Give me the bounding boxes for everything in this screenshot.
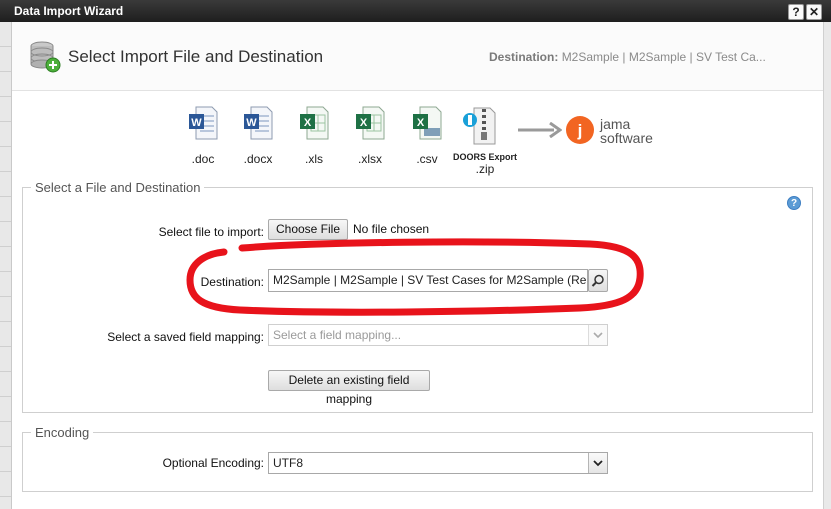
excel-csv-icon: X [413, 106, 442, 140]
svg-text:X: X [417, 117, 425, 129]
window-title: Data Import Wizard [14, 4, 124, 18]
field-mapping-select[interactable]: Select a field mapping... [268, 324, 608, 346]
file-destination-legend: Select a File and Destination [31, 180, 205, 195]
svg-text:W: W [246, 117, 257, 129]
excel-xls-icon: X [300, 106, 329, 140]
logo-line2: software [600, 130, 653, 146]
close-button[interactable]: ✕ [806, 4, 822, 20]
filetype-xlsx: X .xlsx [342, 106, 398, 166]
filetype-doc: W .doc [175, 106, 231, 166]
field-mapping-label: Select a saved field mapping: [107, 330, 264, 344]
filetype-label: .xlsx [358, 152, 382, 166]
jama-software-logo: j jama software [566, 116, 653, 146]
doors-export-label: DOORS Export [452, 152, 517, 162]
filetype-docx: W .docx [230, 106, 286, 166]
no-file-chosen-text: No file chosen [353, 222, 430, 236]
encoding-value: UTF8 [273, 456, 303, 470]
help-circle-icon[interactable]: ? [787, 196, 801, 210]
filetype-label: .csv [416, 152, 438, 166]
database-add-icon [30, 41, 61, 73]
field-mapping-placeholder: Select a field mapping... [273, 328, 402, 342]
dialog-scrollbar[interactable] [823, 22, 831, 509]
destination-summary-value: M2Sample | M2Sample | SV Test Ca... [561, 50, 766, 64]
optional-encoding-label: Optional Encoding: [162, 456, 264, 470]
filetype-label: .xls [305, 152, 323, 166]
logo-letter: j [577, 121, 583, 140]
window-title-bar: Data Import Wizard ? ✕ [0, 0, 831, 22]
background-page-strip [0, 22, 12, 509]
arrow-right-icon [518, 122, 562, 138]
word-docx-icon: W [244, 106, 273, 140]
svg-text:W: W [191, 117, 202, 129]
word-doc-icon: W [189, 106, 218, 140]
encoding-select[interactable]: UTF8 [268, 452, 608, 474]
svg-text:X: X [360, 117, 368, 129]
filetype-csv: X .csv [399, 106, 455, 166]
encoding-legend: Encoding [31, 425, 94, 440]
delete-field-mapping-button[interactable]: Delete an existing field mapping [268, 370, 430, 406]
destination-summary: Destination: M2Sample | M2Sample | SV Te… [489, 50, 766, 64]
excel-xlsx-icon: X [356, 106, 385, 140]
filetype-xls: X .xls [286, 106, 342, 166]
filetype-label: .docx [243, 152, 273, 166]
filetype-label: .doc [191, 152, 215, 166]
destination-summary-label: Destination: [489, 50, 559, 64]
doors-zip-label: .zip [475, 162, 495, 176]
chevron-down-icon [588, 453, 607, 473]
zip-archive-icon [463, 107, 496, 145]
svg-text:X: X [304, 117, 312, 129]
chevron-down-icon [588, 325, 607, 345]
red-annotation-outline [186, 238, 644, 316]
help-button[interactable]: ? [788, 4, 804, 20]
page-title: Select Import File and Destination [68, 47, 324, 66]
